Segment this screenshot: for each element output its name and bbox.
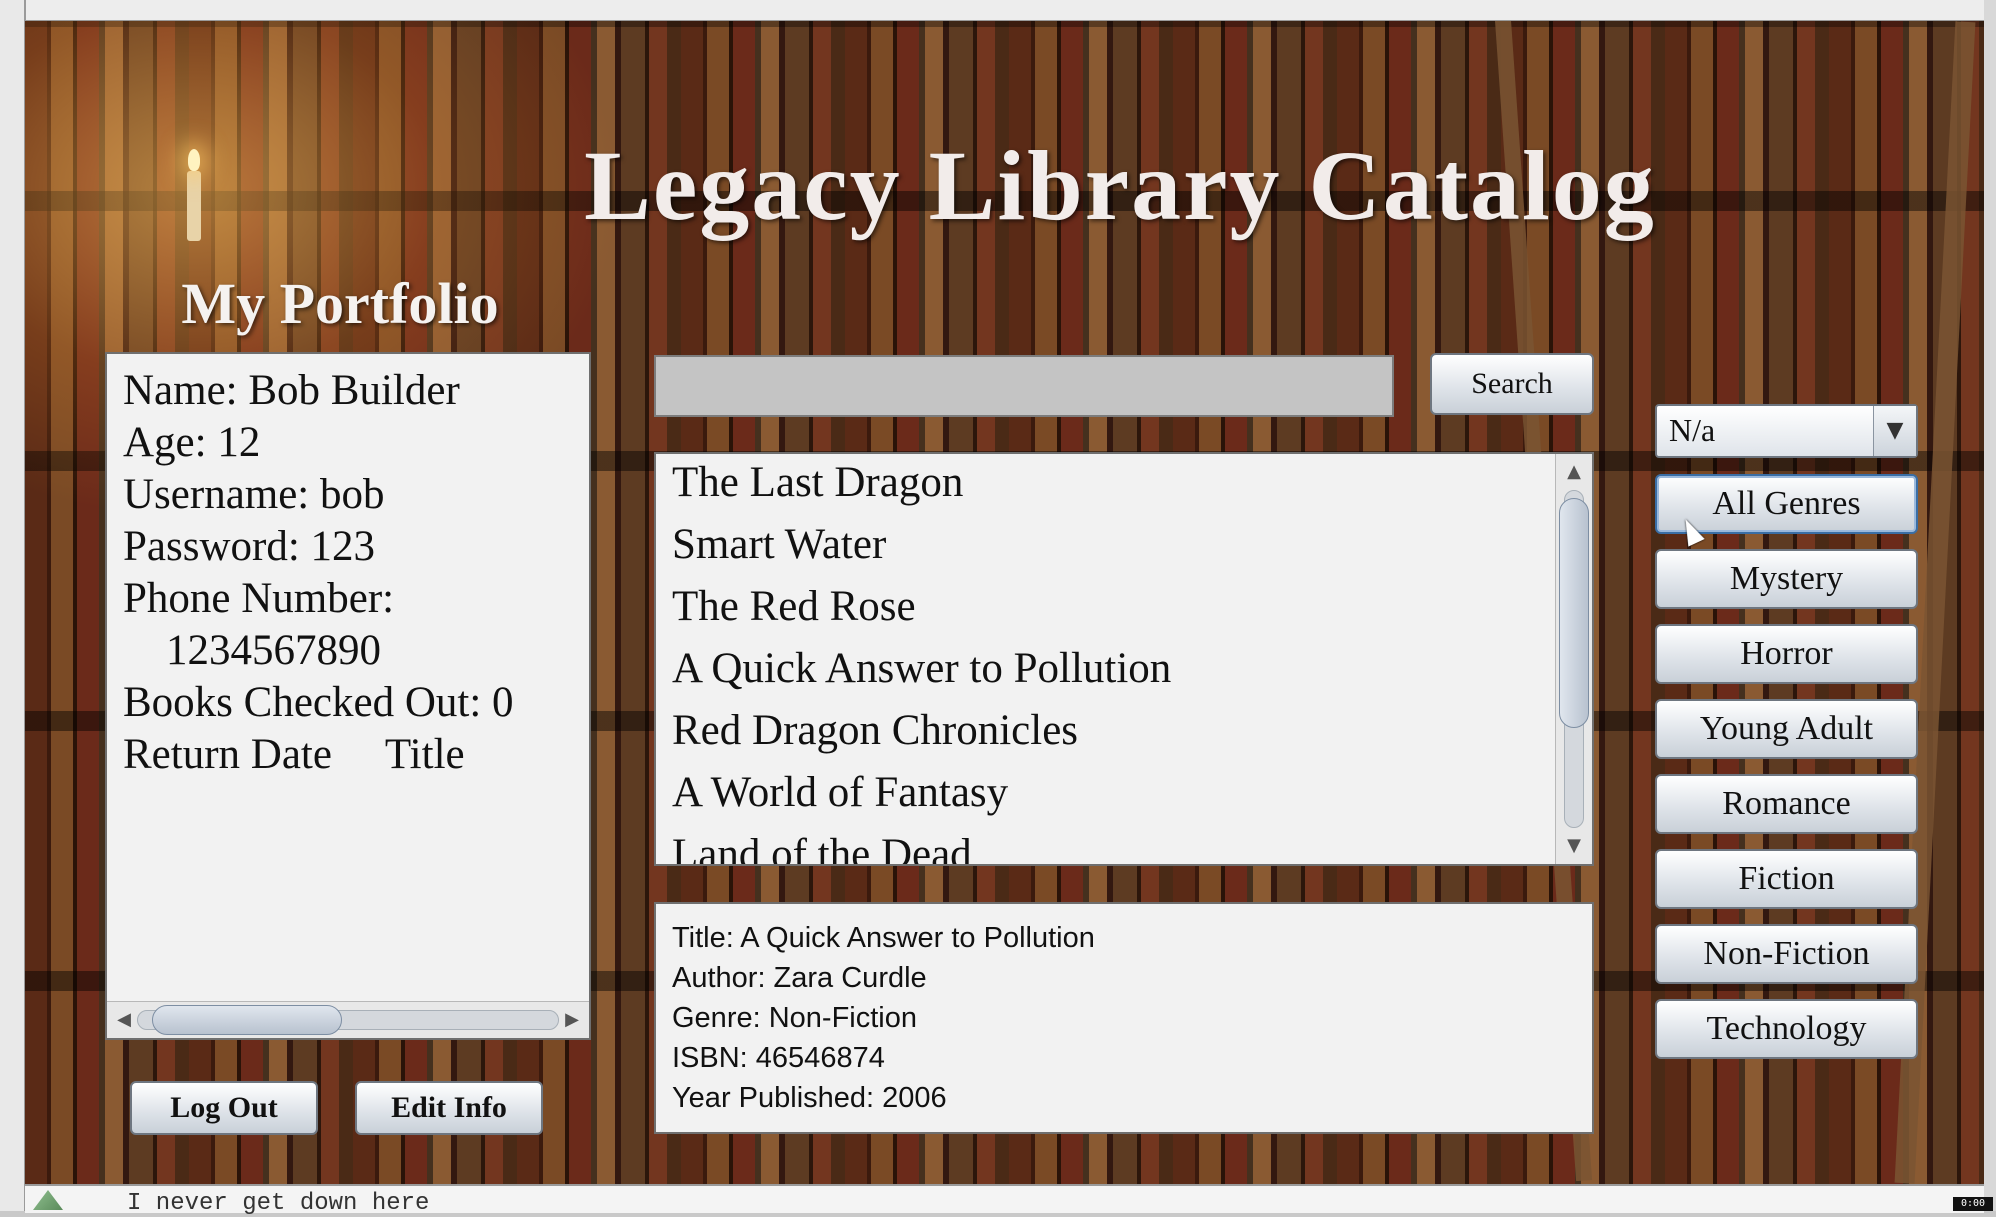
search-input[interactable] bbox=[654, 355, 1394, 417]
window-left-frame bbox=[0, 0, 26, 1211]
book-details-panel: Title: A Quick Answer to Pollution Autho… bbox=[654, 902, 1594, 1134]
portfolio-books-checked-out: Books Checked Out: 0 bbox=[123, 679, 514, 726]
list-item[interactable]: A World of Fantasy bbox=[672, 768, 1008, 817]
scroll-up-icon[interactable]: ▲ bbox=[1562, 460, 1586, 484]
list-item[interactable]: The Red Rose bbox=[672, 582, 916, 631]
genre-button-fiction[interactable]: Fiction bbox=[1655, 849, 1918, 909]
window-title-bar bbox=[0, 0, 1996, 22]
list-item[interactable]: A Quick Answer to Pollution bbox=[672, 644, 1171, 693]
detail-genre: Genre: Non-Fiction bbox=[672, 1002, 917, 1034]
clock: 0:00 bbox=[1953, 1197, 1993, 1211]
genre-button-horror[interactable]: Horror bbox=[1655, 624, 1918, 684]
genre-dropdown[interactable]: N/a ▼ bbox=[1655, 404, 1918, 458]
detail-isbn: ISBN: 46546874 bbox=[672, 1042, 885, 1074]
portfolio-name: Name: Bob Builder bbox=[123, 367, 460, 414]
scrollbar-thumb[interactable] bbox=[1559, 498, 1589, 728]
list-item[interactable]: Smart Water bbox=[672, 520, 886, 569]
list-item[interactable]: Land of the Dead bbox=[672, 830, 972, 864]
list-item[interactable]: Red Dragon Chronicles bbox=[672, 706, 1078, 755]
app-title: Legacy Library Catalog bbox=[584, 130, 1656, 241]
portfolio-password: Password: 123 bbox=[123, 523, 376, 570]
status-text: I never get down here bbox=[127, 1190, 430, 1217]
detail-title: Title: A Quick Answer to Pollution bbox=[672, 922, 1095, 954]
logout-button[interactable]: Log Out bbox=[130, 1081, 318, 1135]
portfolio-username: Username: bob bbox=[123, 471, 385, 518]
chevron-down-icon[interactable]: ▼ bbox=[1873, 406, 1916, 456]
scroll-right-icon[interactable]: ▶ bbox=[561, 1008, 583, 1032]
list-item[interactable]: The Last Dragon bbox=[672, 458, 963, 507]
scroll-left-icon[interactable]: ◀ bbox=[113, 1008, 135, 1032]
genre-dropdown-value: N/a bbox=[1669, 412, 1716, 448]
portfolio-table-header: Return Date Title bbox=[123, 731, 465, 778]
scrollbar-thumb[interactable] bbox=[152, 1005, 342, 1035]
portfolio-age: Age: 12 bbox=[123, 419, 261, 466]
scroll-down-icon[interactable]: ▼ bbox=[1562, 834, 1586, 858]
genre-button-technology[interactable]: Technology bbox=[1655, 999, 1918, 1059]
edit-info-button[interactable]: Edit Info bbox=[355, 1081, 543, 1135]
portfolio-phone-label: Phone Number: bbox=[123, 575, 395, 622]
portfolio-panel: Name: Bob Builder Age: 12 Username: bob … bbox=[105, 352, 591, 1040]
genre-button-non-fiction[interactable]: Non-Fiction bbox=[1655, 924, 1918, 984]
genre-button-mystery[interactable]: Mystery bbox=[1655, 549, 1918, 609]
detail-author: Author: Zara Curdle bbox=[672, 962, 927, 994]
window-right-frame bbox=[1984, 0, 1996, 1211]
genre-button-romance[interactable]: Romance bbox=[1655, 774, 1918, 834]
status-bar: I never get down here bbox=[25, 1184, 1984, 1217]
portfolio-phone-value: 1234567890 bbox=[123, 627, 381, 674]
book-list-vertical-scrollbar[interactable]: ▲ ▼ bbox=[1555, 454, 1592, 864]
book-list[interactable]: The Last Dragon Smart Water The Red Rose… bbox=[654, 452, 1594, 866]
detail-year: Year Published: 2006 bbox=[672, 1082, 947, 1114]
portfolio-title: My Portfolio bbox=[181, 271, 499, 336]
flame-icon bbox=[188, 149, 200, 171]
candle-icon bbox=[187, 171, 201, 241]
search-button[interactable]: Search bbox=[1430, 353, 1594, 415]
genre-button-young-adult[interactable]: Young Adult bbox=[1655, 699, 1918, 759]
portfolio-horizontal-scrollbar[interactable]: ◀ ▶ bbox=[107, 1001, 589, 1038]
status-icon bbox=[33, 1190, 63, 1210]
